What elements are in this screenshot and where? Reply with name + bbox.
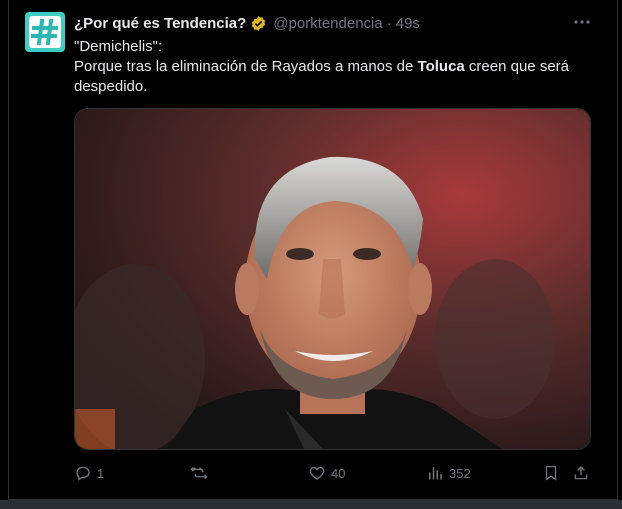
avatar[interactable]	[25, 12, 65, 52]
author-name[interactable]: ¿Por qué es Tendencia?	[74, 15, 246, 32]
portrait-photo	[75, 109, 590, 449]
bookmark-icon	[545, 465, 557, 481]
reply-button[interactable]: 1	[74, 462, 104, 484]
tweet-text-body: Porque tras la eliminación de Rayados a …	[74, 57, 594, 97]
retweet-button[interactable]	[190, 462, 213, 484]
more-icon[interactable]	[572, 12, 592, 32]
share-icon	[574, 466, 588, 480]
views-count: 352	[449, 465, 471, 481]
hashtag-icon	[29, 16, 61, 48]
reply-count: 1	[97, 465, 105, 481]
tweet-text-line1: "Demichelis":	[74, 38, 163, 55]
like-count: 40	[331, 465, 346, 481]
tweet-text-bold: Toluca	[417, 58, 465, 75]
tweet-text-pre: Porque tras la eliminación de Rayados a …	[74, 58, 418, 75]
like-button[interactable]: 40	[308, 462, 345, 484]
author-handle[interactable]: @porktendencia	[273, 15, 382, 32]
tweet-header: ¿Por qué es Tendencia? @porktendencia · …	[74, 13, 420, 33]
tweet-photo[interactable]	[74, 108, 591, 450]
tweet-actions: 1 40 352	[74, 462, 594, 484]
separator-dot: ·	[386, 14, 392, 32]
share-button[interactable]	[572, 462, 590, 484]
verified-badge-icon[interactable]	[250, 15, 267, 32]
retweet-icon	[190, 466, 208, 480]
like-icon	[309, 466, 325, 480]
page-background-strip	[0, 500, 622, 509]
views-icon	[429, 467, 442, 480]
bookmark-button[interactable]	[542, 462, 560, 484]
tweet-text: "Demichelis": Porque tras la eliminación…	[74, 37, 594, 97]
views-button[interactable]: 352	[426, 462, 471, 484]
reply-icon	[76, 466, 90, 481]
timestamp[interactable]: 49s	[396, 15, 420, 32]
